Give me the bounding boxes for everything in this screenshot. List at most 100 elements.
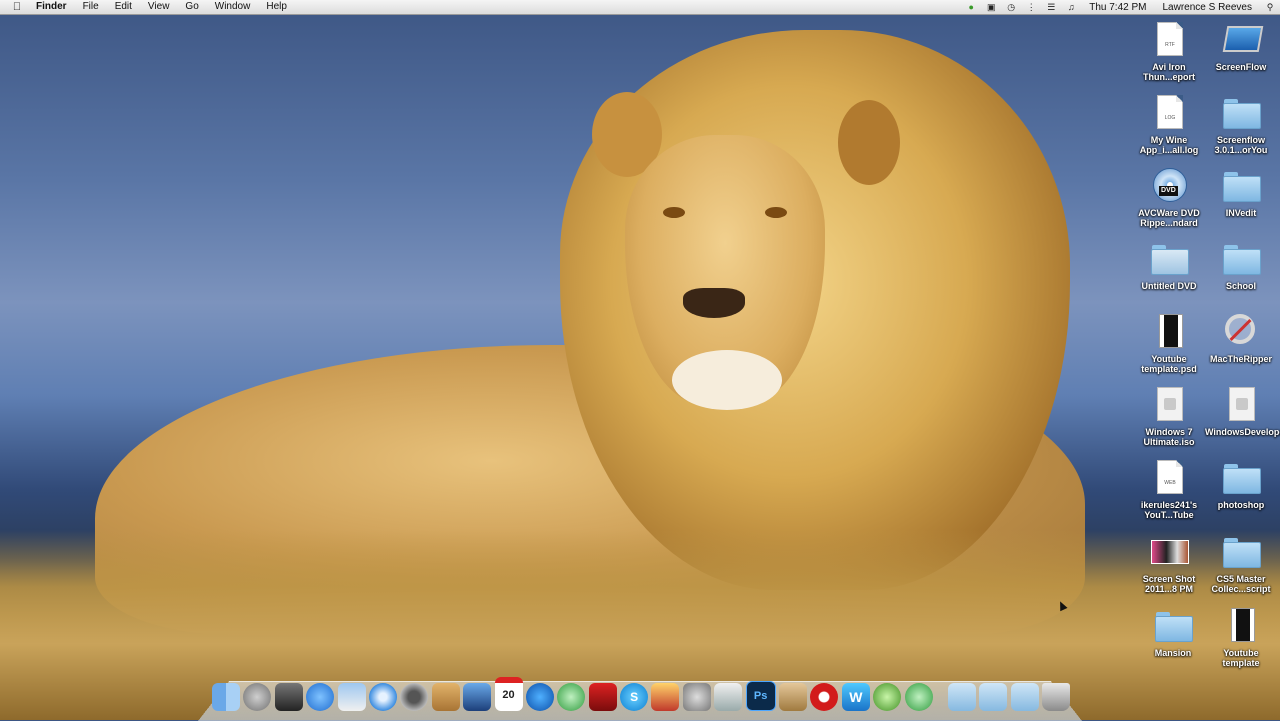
dock-itunes-icon[interactable] [525, 683, 554, 711]
dock-clock-app-icon[interactable] [873, 683, 902, 711]
desktop-icon-label: Avi Iron Thun...eport [1143, 62, 1195, 82]
dock-imovie-icon[interactable] [463, 683, 492, 711]
mactheripper-app-icon [1221, 312, 1261, 352]
dock-spiral-app-2-icon[interactable] [904, 683, 933, 711]
menu-finder[interactable]: Finder [34, 0, 75, 14]
dock-photo-booth-icon[interactable] [588, 683, 617, 711]
disk-image-icon [1149, 385, 1189, 425]
menu-help[interactable]: Help [258, 0, 295, 14]
menu-edit[interactable]: Edit [107, 0, 140, 14]
log-document-icon: LOG [1149, 93, 1189, 133]
screenflow-app-icon [1221, 20, 1264, 60]
desktop-icon-label: Mansion [1154, 648, 1192, 658]
dock-separator [936, 683, 948, 711]
burn-folder-icon [1149, 239, 1189, 279]
desktop-wallpaper [0, 0, 1280, 720]
skype-letter: S [630, 690, 639, 704]
desktop-file-wine-log[interactable]: LOG My Wine App_i...all.log [1133, 93, 1205, 155]
dock-mission-control-icon[interactable] [274, 683, 303, 711]
wallpaper-lion-eye [663, 207, 685, 218]
desktop-file-windowsdev-iso[interactable]: WindowsDeveloper...sh.iso [1205, 385, 1280, 437]
desktop-icon-label: Youtube template [1222, 648, 1260, 668]
desktop-icon-label: Screen Shot 2011...8 PM [1142, 574, 1196, 594]
desktop-folder-school[interactable]: School [1205, 239, 1277, 291]
rtf-document-icon: RTF [1149, 20, 1189, 60]
bluetooth-dots-icon[interactable]: ⋮ [1026, 2, 1036, 12]
desktop-folder-cs5[interactable]: CS5 Master Collec...script [1205, 532, 1277, 594]
time-machine-icon[interactable]: ◷ [1006, 2, 1016, 12]
dock-trash-icon[interactable] [1042, 683, 1071, 711]
wallpaper-lion-chin [672, 350, 782, 410]
desktop-icon-label: ScreenFlow [1215, 62, 1267, 72]
fast-user-switching[interactable]: Lawrence S Reeves [1155, 2, 1261, 13]
desktop-app-avcware[interactable]: DVD AVCWare DVD Rippe...ndard [1133, 166, 1205, 228]
dock-screenshot-app-icon[interactable] [714, 683, 743, 711]
dock-system-preferences-icon[interactable] [682, 683, 711, 711]
wallpaper-lion-nose [683, 288, 745, 318]
desktop-icon-label: Screenflow 3.0.1...orYou [1214, 135, 1268, 155]
dock-address-book-icon[interactable] [431, 683, 460, 711]
dock-preview-icon[interactable] [337, 683, 366, 711]
desktop-folder-invedit[interactable]: INVedit [1205, 166, 1277, 218]
menu-file[interactable]: File [75, 0, 107, 14]
desktop-icon-label: School [1225, 281, 1256, 291]
dock-package-app-icon[interactable] [779, 683, 808, 711]
wifi-icon[interactable]: ☰ [1046, 2, 1056, 12]
desktop-untitled-dvd[interactable]: Untitled DVD [1133, 239, 1205, 291]
folder-icon [1153, 606, 1193, 646]
spotlight-search-icon[interactable]: ⚲ [1265, 2, 1275, 12]
desktop-icon-label: MacTheRipper [1209, 354, 1272, 364]
menubar-clock[interactable]: Thu 7:42 PM [1081, 2, 1154, 13]
apple-menu-icon[interactable]:  [0, 1, 34, 13]
desktop-file-youtube-psd[interactable]: Youtube template.psd [1133, 312, 1205, 374]
psd-document-icon [1149, 312, 1189, 352]
desktop-icon-label: CS5 Master Collec...script [1211, 574, 1271, 594]
dock-word-icon[interactable]: W [841, 683, 870, 711]
word-letter: W [849, 689, 863, 705]
desktop-file-screenshot[interactable]: Screen Shot 2011...8 PM [1133, 532, 1205, 594]
desktop-file-youtube-template[interactable]: Youtube template [1205, 606, 1277, 668]
folder-icon [1221, 93, 1261, 133]
dock-applications-folder-icon[interactable] [947, 683, 976, 711]
dock-photo-app-icon[interactable] [651, 683, 680, 711]
folder-icon [1221, 458, 1261, 498]
dock-app-store-icon[interactable] [306, 683, 335, 711]
folder-icon [1221, 239, 1261, 279]
menu-bar:  Finder File Edit View Go Window Help ●… [0, 0, 1280, 15]
status-area: ● ▣ ◷ ⋮ ☰ ♫ Thu 7:42 PM Lawrence S Reeve… [961, 0, 1280, 14]
evernote-status-icon[interactable]: ● [966, 2, 976, 12]
dock-documents-folder-icon[interactable] [979, 683, 1008, 711]
desktop-icon-label: ikerules241's YouT...Tube [1140, 500, 1198, 520]
folder-icon [1221, 532, 1261, 572]
volume-icon[interactable]: ♫ [1066, 2, 1076, 12]
dock-ical-icon[interactable]: 20 [494, 677, 523, 711]
desktop-app-mactheripper[interactable]: MacTheRipper [1205, 312, 1277, 364]
dock-finder-icon[interactable] [212, 683, 240, 711]
desktop-file-webloc[interactable]: WEB ikerules241's YouT...Tube [1133, 458, 1205, 520]
photoshop-letters: Ps [753, 690, 768, 702]
dock: 20 S Ps W [212, 677, 1074, 711]
dock-downloads-folder-icon[interactable] [1010, 683, 1039, 711]
menu-window[interactable]: Window [207, 0, 259, 14]
dock-skype-icon[interactable]: S [620, 683, 649, 711]
desktop-icon-label: My Wine App_i...all.log [1139, 135, 1199, 155]
dock-facetime-camera-icon[interactable] [400, 683, 429, 711]
dock-launchpad-icon[interactable] [243, 683, 272, 711]
dvd-ripper-icon: DVD [1149, 166, 1189, 206]
dock-safari-icon[interactable] [368, 683, 397, 711]
desktop-app-screenflow[interactable]: ScreenFlow [1205, 20, 1277, 72]
dock-spiral-app-icon[interactable] [557, 683, 586, 711]
desktop-icon-label: INVedit [1225, 208, 1257, 218]
dock-photoshop-icon[interactable]: Ps [745, 681, 776, 711]
desktop-folder-mansion[interactable]: Mansion [1137, 606, 1209, 658]
screenflow-status-icon[interactable]: ▣ [986, 2, 996, 12]
desktop-file-win7-iso[interactable]: Windows 7 Ultimate.iso [1133, 385, 1205, 447]
desktop-folder-screenflow301[interactable]: Screenflow 3.0.1...orYou [1205, 93, 1277, 155]
menu-view[interactable]: View [140, 0, 178, 14]
desktop-folder-photoshop[interactable]: photoshop [1205, 458, 1277, 510]
dock-opera-icon[interactable] [810, 683, 839, 711]
desktop-file-avi-report[interactable]: RTF Avi Iron Thun...eport [1133, 20, 1205, 82]
menu-go[interactable]: Go [177, 0, 206, 14]
desktop-icon-label: AVCWare DVD Rippe...ndard [1138, 208, 1200, 228]
wallpaper-lion-eye [765, 207, 787, 218]
